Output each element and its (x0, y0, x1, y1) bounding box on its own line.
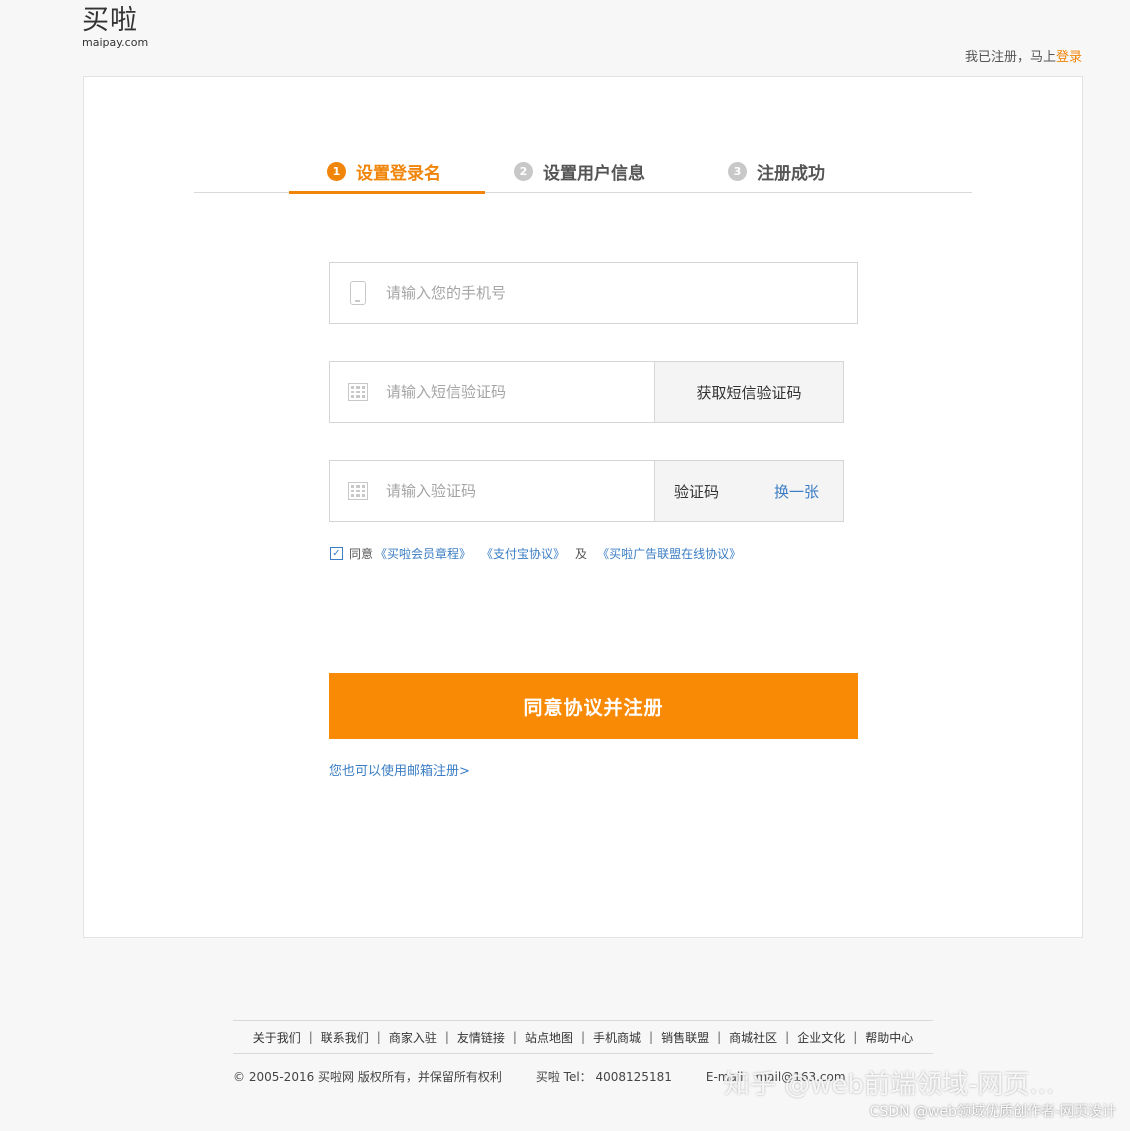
keypad-icon (330, 482, 386, 500)
step-label: 注册成功 (757, 164, 825, 184)
email-register-link[interactable]: 您也可以使用邮箱注册> (329, 760, 470, 779)
footer-link-community[interactable]: 商城社区 (729, 1029, 777, 1046)
footer-link-culture[interactable]: 企业文化 (797, 1029, 845, 1046)
member-rules-link[interactable]: 《买啦会员章程》 (375, 545, 471, 562)
step-register-success: 3 注册成功 (728, 159, 825, 184)
footer-link-about[interactable]: 关于我们 (253, 1029, 301, 1046)
footer-link-help[interactable]: 帮助中心 (865, 1029, 913, 1046)
step-number: 2 (514, 162, 533, 181)
captcha-box: 验证码 换一张 (654, 460, 844, 522)
sms-code-field: 获取短信验证码 (329, 361, 844, 423)
step-number: 3 (728, 162, 747, 181)
zhihu-watermark: 知乎 @web前端领域-网页... (724, 1070, 1055, 1100)
csdn-watermark: CSDN @web领域优质创作者-网页设计 (869, 1104, 1116, 1120)
register-card: 1 设置登录名 2 设置用户信息 3 注册成功 获取短信验证码 验证码 换一张 … (83, 76, 1083, 938)
copyright-text: © 2005-2016 买啦网 版权所有，并保留所有权利 (233, 1070, 502, 1084)
login-link[interactable]: 登录 (1056, 50, 1082, 65)
captcha-refresh-link[interactable]: 换一张 (774, 481, 819, 502)
footer-link-contact[interactable]: 联系我们 (321, 1029, 369, 1046)
logo-domain: maipay.com (82, 36, 149, 49)
phone-input[interactable] (386, 284, 626, 302)
and-text: 及 (575, 547, 588, 561)
get-sms-code-button[interactable]: 获取短信验证码 (654, 361, 844, 423)
logo[interactable]: 买啦 maipay.com (82, 5, 149, 49)
step-set-user-info: 2 设置用户信息 (514, 159, 645, 184)
step-label: 设置登录名 (356, 164, 441, 184)
footer-link-mobile[interactable]: 手机商城 (593, 1029, 641, 1046)
step-set-login-name: 1 设置登录名 (327, 159, 441, 184)
captcha-input[interactable] (386, 482, 626, 500)
already-registered-text: 我已注册，马上 (964, 50, 1056, 65)
step-number: 1 (327, 162, 346, 181)
step-indicator: 1 设置登录名 2 设置用户信息 3 注册成功 (194, 147, 972, 194)
footer-link-sales[interactable]: 销售联盟 (661, 1029, 709, 1046)
agree-and-register-button[interactable]: 同意协议并注册 (329, 673, 858, 739)
keypad-icon (330, 383, 386, 401)
active-step-underline (289, 191, 485, 194)
sms-code-input[interactable] (386, 383, 626, 401)
ad-alliance-agreement-link[interactable]: 《买啦广告联盟在线协议》 (597, 545, 741, 562)
step-label: 设置用户信息 (543, 164, 645, 184)
already-registered: 我已注册，马上登录 (965, 46, 1082, 65)
alipay-agreement-link[interactable]: 《支付宝协议》 (481, 545, 565, 562)
phone-number: 买啦 Tel： 4008125181 (535, 1070, 672, 1084)
footer-links: 关于我们 | 联系我们 | 商家入驻 | 友情链接 | 站点地图 | 手机商城 | 销售联盟… (233, 1020, 933, 1054)
footer-link-merchant[interactable]: 商家入驻 (389, 1029, 437, 1046)
phone-field (329, 262, 858, 324)
phone-icon (330, 281, 386, 305)
agreement-row: ✓ 同意 《买啦会员章程》 《支付宝协议》 及 《买啦广告联盟在线协议》 (330, 545, 751, 562)
footer-link-friends[interactable]: 友情链接 (457, 1029, 505, 1046)
footer-link-sitemap[interactable]: 站点地图 (525, 1029, 573, 1046)
captcha-field: 验证码 换一张 (329, 460, 844, 522)
logo-text: 买啦 (82, 5, 138, 36)
agree-text: 同意 (349, 547, 374, 561)
captcha-image: 验证码 (674, 482, 720, 501)
agree-checkbox[interactable]: ✓ (330, 547, 343, 560)
